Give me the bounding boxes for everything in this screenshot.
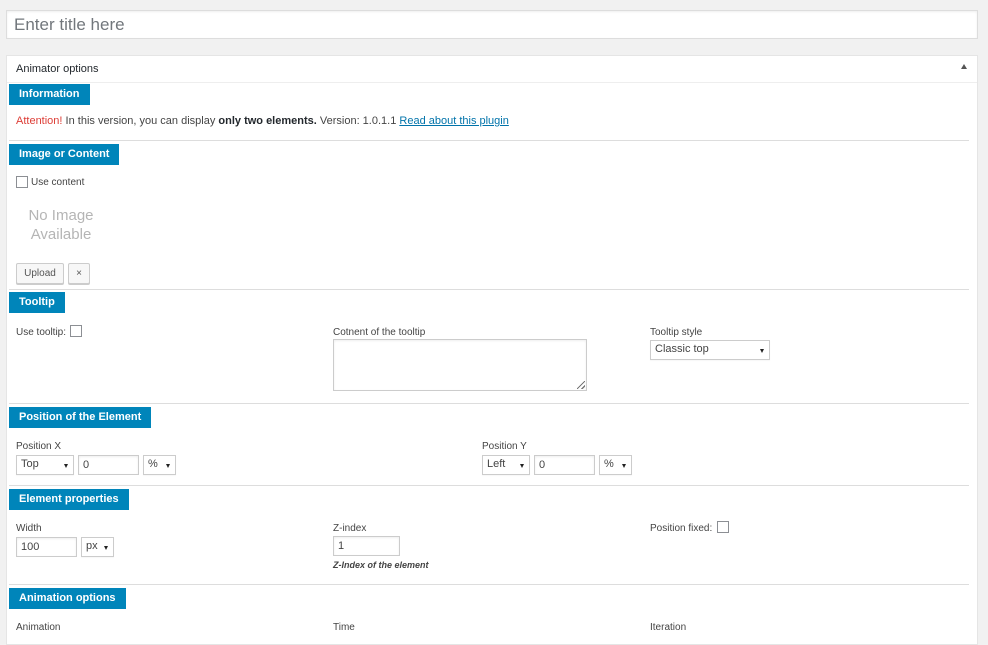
- position-x-unit-select[interactable]: %: [143, 455, 176, 475]
- width-input[interactable]: [16, 537, 77, 557]
- divider: [9, 584, 969, 585]
- time-label: Time: [333, 622, 355, 633]
- section-properties-heading: Element properties: [9, 489, 129, 510]
- width-unit-value: px: [86, 540, 98, 552]
- post-title-input[interactable]: [6, 10, 978, 39]
- position-y-anchor-select[interactable]: Left: [482, 455, 530, 475]
- tooltip-style-select[interactable]: Classic top: [650, 340, 770, 360]
- position-x-label: Position X: [16, 441, 62, 452]
- position-y-unit-select[interactable]: %: [599, 455, 632, 475]
- version-text: Version: 1.0.1.1: [316, 115, 400, 127]
- position-y-input[interactable]: [534, 455, 595, 475]
- zindex-label: Z-index: [333, 523, 367, 534]
- chevron-down-icon: [166, 464, 170, 468]
- section-information-heading: Information: [9, 84, 90, 105]
- position-x-unit-value: %: [148, 458, 158, 470]
- iteration-label: Iteration: [650, 622, 687, 633]
- no-image-line1: No Image: [28, 207, 94, 224]
- section-animation-heading: Animation options: [9, 588, 126, 609]
- use-content-checkbox[interactable]: [16, 176, 28, 188]
- tooltip-content-textarea[interactable]: [333, 339, 587, 391]
- no-image-placeholder: No Image Available: [7, 206, 115, 244]
- information-bold: only two elements.: [218, 115, 317, 127]
- use-tooltip-checkbox[interactable]: [70, 325, 82, 337]
- position-x-input[interactable]: [78, 455, 139, 475]
- chevron-down-icon: [622, 464, 626, 468]
- section-tooltip-heading: Tooltip: [9, 292, 65, 313]
- information-text-before: In this version, you can display: [62, 115, 219, 127]
- section-image-content-heading: Image or Content: [9, 144, 120, 165]
- no-image-line2: Available: [30, 226, 92, 243]
- width-unit-select[interactable]: px: [81, 537, 114, 557]
- chevron-down-icon: [520, 464, 524, 468]
- use-content-label: Use content: [31, 177, 85, 188]
- information-text: Attention! In this version, you can disp…: [16, 115, 509, 127]
- chevron-down-icon: [64, 464, 68, 468]
- remove-image-button[interactable]: ×: [68, 263, 90, 284]
- divider: [9, 485, 969, 486]
- position-y-label: Position Y: [482, 441, 527, 452]
- position-y-anchor-value: Left: [487, 458, 506, 470]
- position-x-anchor-value: Top: [21, 458, 39, 470]
- animation-label: Animation: [16, 622, 61, 633]
- animator-options-metabox: Animator options Information Attention! …: [6, 55, 978, 645]
- metabox-header[interactable]: Animator options: [7, 56, 977, 83]
- position-y-unit-value: %: [604, 458, 614, 470]
- use-tooltip-label: Use tooltip:: [16, 327, 67, 338]
- collapse-arrow-icon[interactable]: [961, 64, 967, 69]
- divider: [9, 289, 969, 290]
- chevron-down-icon: [760, 349, 764, 353]
- tooltip-content-label: Cotnent of the tooltip: [333, 327, 426, 338]
- width-label: Width: [16, 523, 42, 534]
- chevron-down-icon: [104, 546, 108, 550]
- divider: [9, 403, 969, 404]
- metabox-title: Animator options: [16, 63, 99, 75]
- position-fixed-checkbox[interactable]: [717, 521, 729, 533]
- section-position-heading: Position of the Element: [9, 407, 152, 428]
- resize-grip-icon[interactable]: [577, 381, 585, 389]
- tooltip-style-value: Classic top: [655, 343, 709, 355]
- upload-button[interactable]: Upload: [16, 263, 64, 284]
- position-fixed-label: Position fixed:: [650, 523, 713, 534]
- tooltip-style-label: Tooltip style: [650, 327, 703, 338]
- attention-label: Attention!: [16, 115, 63, 127]
- position-x-anchor-select[interactable]: Top: [16, 455, 74, 475]
- zindex-input[interactable]: [333, 536, 400, 556]
- divider: [9, 140, 969, 141]
- read-about-plugin-link[interactable]: Read about this plugin: [399, 115, 508, 127]
- zindex-hint: Z-Index of the element: [333, 560, 429, 570]
